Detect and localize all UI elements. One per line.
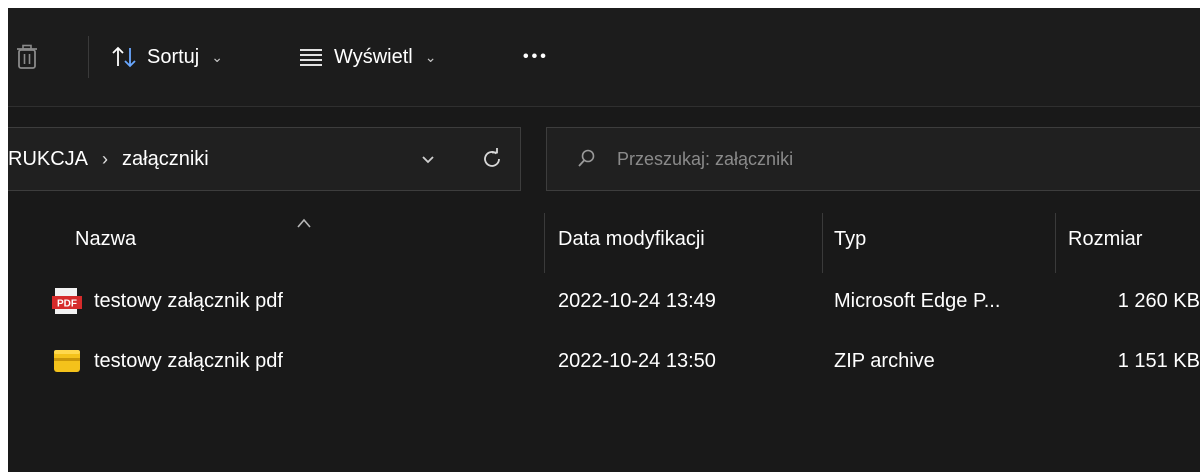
file-size: 1 151 KB xyxy=(1117,349,1200,372)
sort-button[interactable]: Sortuj ⌄ xyxy=(111,8,223,106)
address-row: RUKCJA › załączniki xyxy=(8,107,1200,209)
svg-text:PDF: PDF xyxy=(57,299,77,310)
command-bar: Sortuj ⌄ Wyświetl ⌄ ••• xyxy=(8,8,1200,106)
more-options-button[interactable]: ••• xyxy=(523,8,549,106)
breadcrumb-separator: › xyxy=(102,148,109,169)
view-label: Wyświetl xyxy=(334,45,413,68)
table-row[interactable]: testowy załącznik pdf 2022-10-24 13:50 Z… xyxy=(8,333,1200,389)
address-bar[interactable]: RUKCJA › załączniki xyxy=(8,127,521,191)
window-frame-top xyxy=(0,0,1200,8)
pdf-file-icon: PDF xyxy=(52,288,82,314)
column-header-type[interactable]: Typ xyxy=(834,209,866,269)
file-modified: 2022-10-24 13:50 xyxy=(558,349,716,372)
search-icon xyxy=(577,148,597,170)
view-button[interactable]: Wyświetl ⌄ xyxy=(298,8,436,106)
delete-button[interactable] xyxy=(16,8,38,106)
sort-label: Sortuj xyxy=(147,45,200,68)
file-modified: 2022-10-24 13:49 xyxy=(558,289,716,312)
sort-ascending-caret-icon xyxy=(297,218,311,228)
search-box[interactable] xyxy=(546,127,1200,191)
column-divider[interactable] xyxy=(1055,213,1056,273)
refresh-icon xyxy=(484,148,500,167)
chevron-down-icon xyxy=(422,156,434,164)
column-header-name[interactable]: Nazwa xyxy=(75,209,136,269)
window-frame-left xyxy=(0,0,8,472)
file-type: Microsoft Edge P... xyxy=(834,289,1001,312)
file-name: testowy załącznik pdf xyxy=(94,289,283,312)
file-name: testowy załącznik pdf xyxy=(94,349,283,372)
file-type: ZIP archive xyxy=(834,349,935,372)
file-size: 1 260 KB xyxy=(1117,289,1200,312)
table-row[interactable]: PDF testowy załącznik pdf 2022-10-24 13:… xyxy=(8,273,1200,329)
column-divider[interactable] xyxy=(822,213,823,273)
column-header-modified[interactable]: Data modyfikacji xyxy=(558,209,705,269)
address-history-dropdown[interactable] xyxy=(413,146,443,174)
view-chevron-down-icon: ⌄ xyxy=(424,48,437,65)
toolbar-separator xyxy=(88,36,89,78)
view-lines-icon xyxy=(300,49,322,66)
column-divider[interactable] xyxy=(544,213,545,273)
sort-arrows-icon xyxy=(112,46,136,68)
search-input[interactable] xyxy=(615,147,1179,171)
column-header-size[interactable]: Rozmiar xyxy=(1068,209,1142,269)
breadcrumb-item-current[interactable]: załączniki xyxy=(122,148,209,171)
file-list: Nazwa Data modyfikacji Typ Rozmiar PDF t… xyxy=(8,209,1200,472)
zip-archive-icon xyxy=(54,350,80,372)
breadcrumb-item-parent[interactable]: RUKCJA xyxy=(8,148,88,171)
sort-chevron-down-icon: ⌄ xyxy=(211,48,223,65)
trash-icon xyxy=(17,44,37,69)
refresh-button[interactable] xyxy=(476,142,508,176)
